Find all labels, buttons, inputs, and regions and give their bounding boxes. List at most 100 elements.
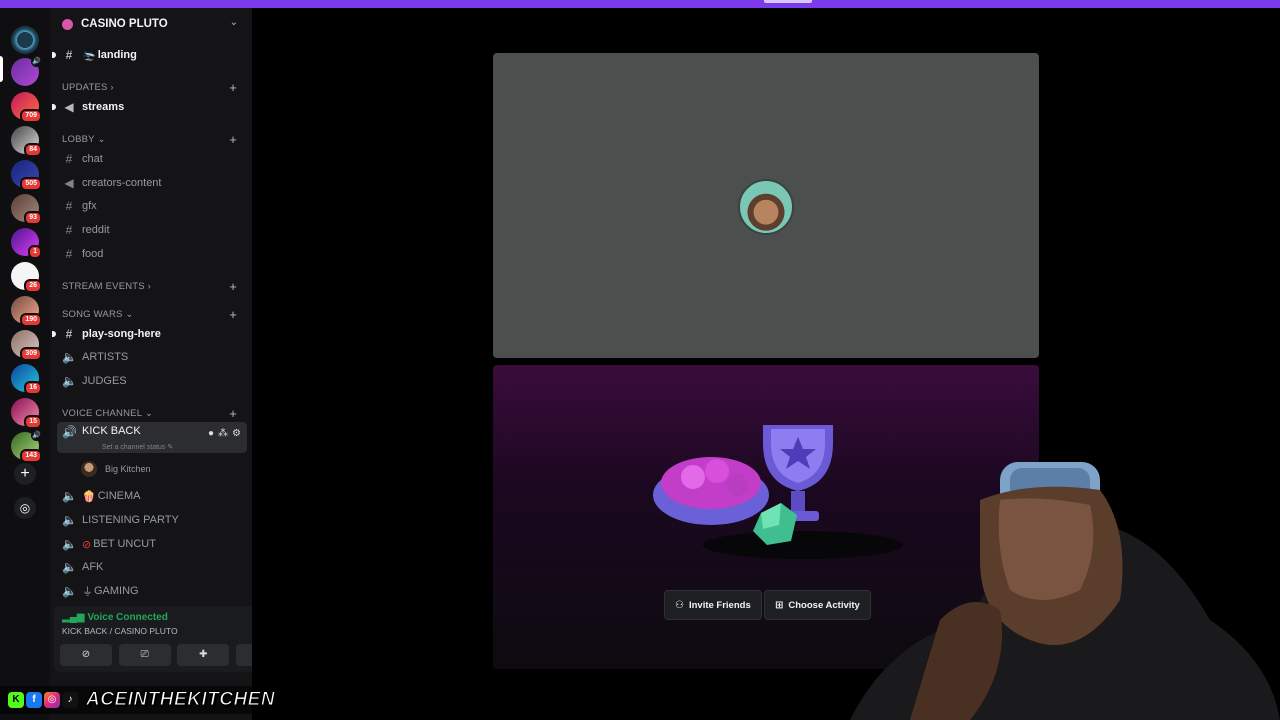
no-entry-icon: ⊘	[82, 538, 92, 551]
pencil-icon: ✎	[167, 444, 174, 451]
mention-badge: 16	[24, 381, 42, 395]
channel-label: play-song-here	[82, 328, 161, 340]
channel-label: chat	[82, 153, 103, 165]
channel-landing[interactable]: # 🛬 landing	[52, 44, 247, 66]
voice-member[interactable]: Big Kitchen	[81, 461, 151, 477]
camera-off-button[interactable]: ⊘	[60, 644, 112, 666]
channel-cinema[interactable]: 🔈 🍿 CINEMA	[57, 485, 247, 507]
kick-icon: K	[8, 692, 24, 708]
gear-icon[interactable]: ⚙	[232, 428, 241, 439]
channel-food[interactable]: # food	[57, 243, 247, 265]
server-rail: 🔊 709 84 505 93 1 26 190 309 16 15 🔊 143 …	[0, 8, 50, 720]
stream-branding: K f ◎ ♪ ACEINTHEKITCHEN	[0, 686, 282, 714]
voice-status[interactable]: ▂▄▆ Voice Connected	[62, 612, 168, 623]
server-icon-6[interactable]: 93	[11, 194, 42, 225]
mention-badge: 26	[24, 279, 42, 293]
invite-friends-button[interactable]: ⚇ Invite Friends	[664, 590, 762, 620]
channel-artists[interactable]: 🔈 ARTISTS	[57, 346, 247, 368]
category-lobby[interactable]: LOBBY ⌄ +	[62, 132, 247, 147]
server-icon-casino-pluto[interactable]: 🔊	[11, 56, 42, 86]
speaker-icon: 🔈	[62, 489, 77, 503]
server-icon-7[interactable]: 1	[11, 228, 42, 259]
server-icon-13[interactable]: 🔊 143	[11, 430, 42, 463]
avatar	[81, 461, 97, 477]
activity-button[interactable]: ✚	[177, 644, 230, 666]
channel-judges[interactable]: 🔈 JUDGES	[57, 370, 247, 392]
voice-channel-path: KICK BACK / CASINO PLUTO	[62, 626, 178, 636]
signal-icon: ▂▄▆	[62, 612, 85, 623]
screen-share-button[interactable]: ⎚	[118, 644, 171, 666]
channel-label: JUDGES	[82, 375, 127, 387]
voice-status-label: Voice Connected	[87, 612, 168, 623]
server-icon-8[interactable]: 26	[11, 262, 42, 293]
category-updates[interactable]: UPDATES › +	[62, 80, 247, 95]
plus-icon[interactable]: +	[229, 132, 237, 147]
avatar	[738, 179, 794, 235]
category-song-wars[interactable]: SONG WARS ⌄ +	[62, 307, 247, 322]
channel-gfx[interactable]: # gfx	[57, 195, 247, 217]
participant-tile[interactable]	[493, 53, 1039, 358]
server-header[interactable]: CASINO PLUTO ⌄	[50, 8, 252, 40]
server-icon-4[interactable]: 84	[11, 126, 42, 157]
server-badge-icon	[62, 18, 73, 30]
facebook-icon: f	[26, 692, 42, 708]
server-icon-3[interactable]: 709	[11, 92, 42, 123]
channel-afk[interactable]: 🔈 AFK	[57, 556, 247, 578]
server-icon-12[interactable]: 15	[11, 398, 42, 429]
channel-streams[interactable]: ◀ streams	[52, 96, 247, 118]
hashtag-icon: #	[65, 327, 73, 341]
unread-indicator	[52, 331, 56, 337]
channel-reddit[interactable]: # reddit	[57, 219, 247, 241]
hashtag-icon: #	[65, 223, 73, 237]
top-notch	[764, 0, 812, 3]
hashtag-icon: #	[65, 152, 73, 166]
channel-label: CINEMA	[97, 490, 141, 502]
mention-badge: 15	[24, 415, 42, 429]
server-name: CASINO PLUTO	[81, 18, 168, 30]
plus-icon[interactable]: +	[229, 406, 237, 421]
add-member-icon[interactable]: ⁂	[218, 428, 228, 439]
channel-label: landing	[97, 49, 137, 61]
unread-indicator	[52, 52, 56, 58]
category-voice-channel[interactable]: VOICE CHANNEL ⌄ +	[62, 406, 247, 421]
category-label: LOBBY	[62, 134, 95, 145]
server-icon-10[interactable]: 309	[11, 330, 42, 361]
chat-bubble-icon[interactable]: ●	[208, 428, 214, 439]
category-stream-events[interactable]: STREAM EVENTS › +	[62, 279, 247, 294]
speaker-icon: 🔈	[62, 560, 77, 574]
server-icon-5[interactable]: 505	[11, 160, 42, 191]
server-icon-11[interactable]: 16	[11, 364, 42, 395]
speaker-icon: 🔈	[62, 350, 77, 364]
plus-icon[interactable]: +	[229, 80, 237, 95]
channel-bet-uncut[interactable]: 🔈 ⊘ BET UNCUT	[57, 533, 247, 555]
channel-status[interactable]: Set a channel status ✎	[102, 443, 173, 451]
channel-chat[interactable]: # chat	[57, 148, 247, 170]
server-icon-9[interactable]: 190	[11, 296, 42, 327]
speaker-icon: 🔈	[62, 537, 77, 551]
mention-badge: 1	[28, 245, 42, 259]
popcorn-icon: 🍿	[82, 490, 96, 503]
channel-creators-content[interactable]: ◀ creators-content	[57, 172, 247, 194]
plus-icon[interactable]: +	[229, 279, 237, 294]
speaker-icon: 🔈	[62, 513, 77, 527]
unread-indicator	[52, 104, 56, 110]
channel-status-label: Set a channel status	[102, 444, 166, 451]
channel-label: creators-content	[82, 177, 162, 189]
server-icon-1[interactable]	[11, 26, 39, 54]
plus-icon[interactable]: +	[229, 307, 237, 322]
channel-play-song-here[interactable]: # play-song-here	[52, 323, 247, 345]
speaker-icon: 🔊	[31, 56, 42, 67]
mention-badge: 143	[20, 449, 42, 463]
discover-icon[interactable]: ◎	[14, 497, 36, 519]
top-accent-bar	[0, 0, 1280, 8]
speaker-icon: 🔈	[62, 374, 77, 388]
channel-label: reddit	[82, 224, 110, 236]
mention-badge: 84	[24, 143, 42, 157]
channel-label: AFK	[82, 561, 104, 573]
streamer-handle: ACEINTHEKITCHEN	[85, 689, 276, 711]
add-server-icon[interactable]: +	[14, 463, 36, 485]
channel-gaming[interactable]: 🔈 ⏚ GAMING	[57, 580, 247, 602]
mention-badge: 309	[20, 347, 42, 361]
add-user-icon: ⚇	[675, 599, 684, 611]
channel-listening-party[interactable]: 🔈 LISTENING PARTY	[57, 509, 247, 531]
